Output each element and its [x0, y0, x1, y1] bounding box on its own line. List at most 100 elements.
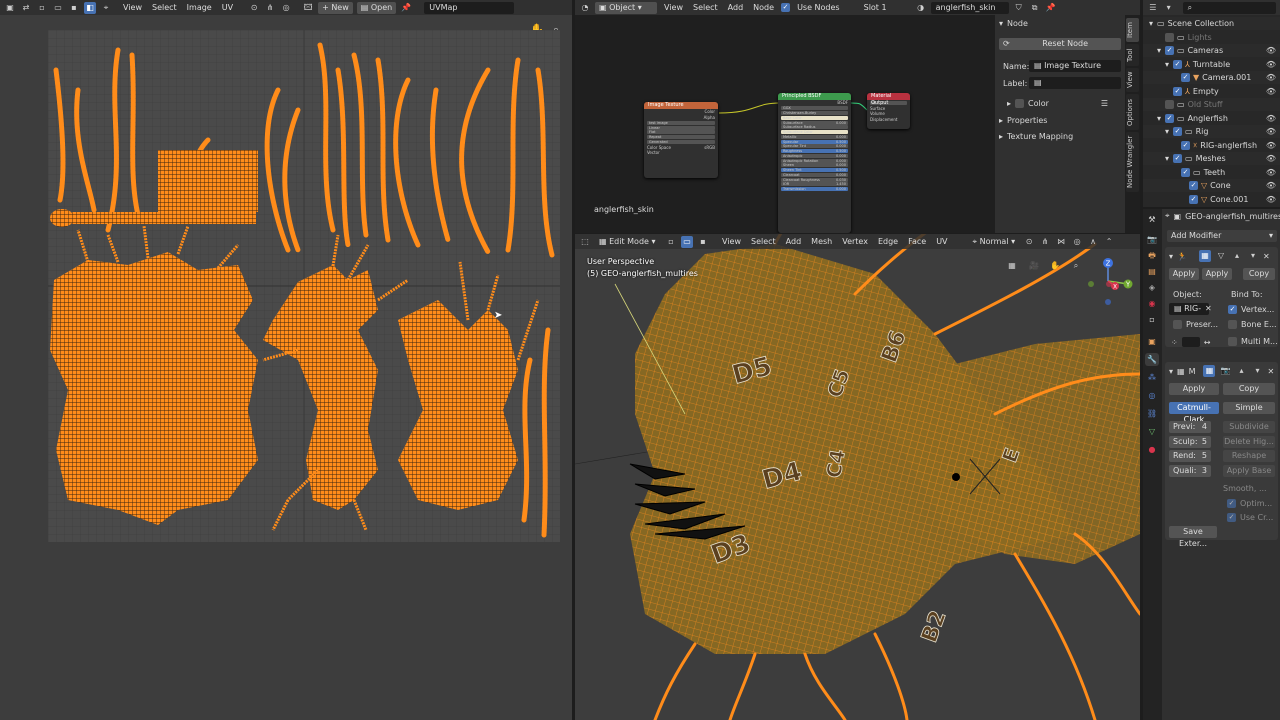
preserve-volume-checkbox[interactable] — [1173, 320, 1182, 329]
island-select-icon[interactable]: ◧ — [84, 1, 96, 14]
exclude-checkbox[interactable]: ✓ — [1181, 140, 1190, 150]
use-creases-checkbox[interactable]: ✓ — [1227, 513, 1236, 522]
editor-type-icon[interactable]: ▣ — [4, 2, 16, 14]
proportional-icon[interactable]: ◎ — [1071, 236, 1083, 248]
exclude-checkbox[interactable] — [1165, 32, 1174, 42]
sidebar-tab-item[interactable]: Item — [1126, 18, 1139, 42]
outliner-row[interactable]: ✓ ⅄ Empty 👁 — [1143, 85, 1280, 98]
bsdf-input-row[interactable]: Roughness 0.500 — [781, 149, 848, 153]
orientation-dropdown[interactable]: ⌖ Normal ▾ — [969, 236, 1020, 248]
tool-tab-icon[interactable]: ⚒ — [1145, 213, 1159, 226]
show-in-editmode-icon[interactable]: ▦ — [1203, 365, 1216, 377]
invert-icon[interactable]: ↔ — [1204, 338, 1211, 347]
armature-object-field[interactable]: ▤ RIG- — [1169, 303, 1209, 315]
clear-icon[interactable]: ✕ — [1205, 304, 1212, 313]
vp-menu-view[interactable]: View — [719, 236, 744, 248]
bsdf-input-row[interactable]: Specular Tint 0.000 — [781, 144, 848, 149]
zoom-icon[interactable]: ⌕ — [1070, 260, 1082, 272]
vertex-select-icon[interactable]: ▫ — [665, 236, 677, 248]
exclude-checkbox[interactable]: ✓ — [1165, 46, 1174, 55]
sidebar-tab-node-wrangler[interactable]: Node Wrangler — [1126, 132, 1139, 192]
add-modifier-dropdown[interactable]: Add Modifier ▾ — [1167, 230, 1277, 242]
move-up-icon[interactable]: ▴ — [1235, 365, 1247, 377]
exclude-checkbox[interactable]: ✓ — [1173, 86, 1182, 96]
expand-arrow-icon[interactable]: ▾ — [1165, 154, 1173, 163]
falloff-icon[interactable]: ∧ — [1087, 236, 1099, 248]
snap-target-icon[interactable]: ⋈ — [1055, 236, 1067, 248]
expand-arrow-icon[interactable]: ▾ — [1157, 114, 1165, 123]
outliner-row[interactable]: ✓ ▼ Camera.001 👁 — [1143, 71, 1280, 84]
principled-bsdf-node[interactable]: Principled BSDF BSDF GGX Christensen-Bur… — [778, 93, 851, 233]
properties-panel-label[interactable]: Properties — [1007, 116, 1047, 125]
bsdf-input-row[interactable]: Sheen 0.000 — [781, 163, 848, 168]
pivot-icon[interactable]: ⊙ — [248, 2, 260, 14]
exclude-checkbox[interactable]: ✓ — [1173, 154, 1182, 163]
vp-menu-select[interactable]: Select — [748, 236, 779, 248]
image-browse-icon[interactable]: 🖾 — [302, 2, 314, 14]
bsdf-input-row[interactable]: Clearcoat 0.000 — [781, 172, 848, 177]
exclude-checkbox[interactable]: ✓ — [1173, 59, 1182, 69]
catmull-clark-toggle[interactable]: Catmull-Clark — [1169, 402, 1219, 424]
bsdf-input-row[interactable]: Anisotropic 0.000 — [781, 153, 848, 158]
bsdf-input-row[interactable]: Subsurface Radius — [781, 125, 848, 130]
visibility-eye-icon[interactable]: 👁 — [1266, 168, 1276, 177]
vp-menu-vertex[interactable]: Vertex — [839, 236, 871, 248]
pin-icon[interactable]: ⌖ — [1165, 211, 1170, 221]
vp-menu-uv[interactable]: UV — [933, 236, 950, 248]
bsdf-input-row[interactable]: Clearcoat Roughness 0.030 — [781, 177, 848, 182]
visibility-eye-icon[interactable]: 👁 — [1266, 46, 1276, 55]
outliner-row[interactable]: ▾ ✓ ▭ Rig 👁 — [1143, 125, 1280, 138]
scene-tab-icon[interactable]: ◈ — [1145, 281, 1159, 294]
expand-arrow-icon[interactable]: ▸ — [999, 116, 1003, 125]
exclude-checkbox[interactable]: ✓ — [1189, 194, 1198, 204]
collection-tab-icon[interactable]: ▫ — [1145, 313, 1159, 326]
show-on-cage-icon[interactable]: ▽ — [1215, 250, 1227, 262]
pan-hand-icon[interactable]: ✋ — [1049, 260, 1061, 272]
move-up-icon[interactable]: ▴ — [1231, 250, 1243, 262]
navigation-gizmo[interactable]: Z Y X — [1083, 256, 1133, 306]
outliner-row[interactable]: ▾ ✓ ⅄ Turntable 👁 — [1143, 58, 1280, 71]
simple-toggle[interactable]: Simple — [1223, 402, 1275, 414]
outliner-row[interactable]: ▾ ✓ ▭ Anglerfish 👁 — [1143, 112, 1280, 125]
display-mode-icon[interactable]: ▾ — [1163, 2, 1175, 14]
outliner-row[interactable]: ✓ ▽ Cone.001 👁 — [1143, 193, 1280, 206]
apply-as-button[interactable]: Apply — [1202, 268, 1232, 280]
show-in-editmode-icon[interactable]: ▦ — [1198, 250, 1211, 262]
node-name-field[interactable]: ▤ Image Texture — [1029, 60, 1121, 72]
sync-selection-icon[interactable]: ⇄ — [20, 2, 32, 14]
3d-viewport[interactable]: D5 D4 D3 C4 C5 B6 B2 E ⬚ ▦ Edit Mode ▾ ▫… — [575, 234, 1140, 720]
view-layer-tab-icon[interactable]: ▤ — [1145, 265, 1159, 278]
sidebar-tab-view[interactable]: View — [1126, 68, 1139, 92]
bsdf-input-row[interactable]: Base Color — [781, 115, 848, 120]
collapse-arrow-icon[interactable]: ▾ — [1169, 252, 1173, 261]
multires-apply-button[interactable]: Apply — [1169, 383, 1219, 395]
physics-tab-icon[interactable]: ◎ — [1145, 389, 1159, 402]
subsurface-method-dropdown[interactable]: Christensen-Burley — [781, 111, 848, 115]
outliner-search-field[interactable]: ⌕ — [1182, 1, 1276, 14]
visibility-eye-icon[interactable]: 👁 — [1266, 114, 1276, 123]
vp-menu-face[interactable]: Face — [905, 236, 929, 248]
exclude-checkbox[interactable]: ✓ — [1165, 113, 1174, 123]
visibility-eye-icon[interactable]: 👁 — [1266, 87, 1276, 96]
visibility-eye-icon[interactable]: 👁 — [1266, 154, 1276, 163]
smooth-uvs-dropdown[interactable]: Smooth, ... — [1223, 484, 1267, 493]
pin-icon[interactable]: 📌 — [400, 2, 412, 14]
new-image-button[interactable]: + New — [318, 1, 353, 14]
optimal-display-checkbox[interactable]: ✓ — [1227, 499, 1236, 508]
multires-copy-button[interactable]: Copy — [1223, 383, 1275, 395]
texture-mapping-panel-label[interactable]: Texture Mapping — [1007, 132, 1073, 141]
expand-arrow-icon[interactable]: ▾ — [1157, 46, 1165, 55]
bsdf-input-row[interactable]: Sheen Tint 0.500 — [781, 168, 848, 172]
outliner-row[interactable]: ▭ Old Stuff — [1143, 98, 1280, 111]
render-tab-icon[interactable]: 📷 — [1145, 233, 1159, 246]
collapse-arrow-icon[interactable]: ▾ — [999, 19, 1003, 28]
uv-menu-view[interactable]: View — [120, 2, 145, 14]
visibility-eye-icon[interactable]: 👁 — [1266, 141, 1276, 150]
data-tab-icon[interactable]: ▽ — [1145, 425, 1159, 438]
node-label-field[interactable]: ▤ — [1029, 77, 1121, 89]
exclude-checkbox[interactable]: ✓ — [1173, 127, 1182, 136]
vp-menu-edge[interactable]: Edge — [875, 236, 901, 248]
face-select-icon[interactable]: ▪ — [697, 236, 709, 248]
sidebar-tab-tool[interactable]: Tool — [1126, 44, 1139, 66]
editor-type-icon[interactable]: ☰ — [1147, 2, 1159, 14]
